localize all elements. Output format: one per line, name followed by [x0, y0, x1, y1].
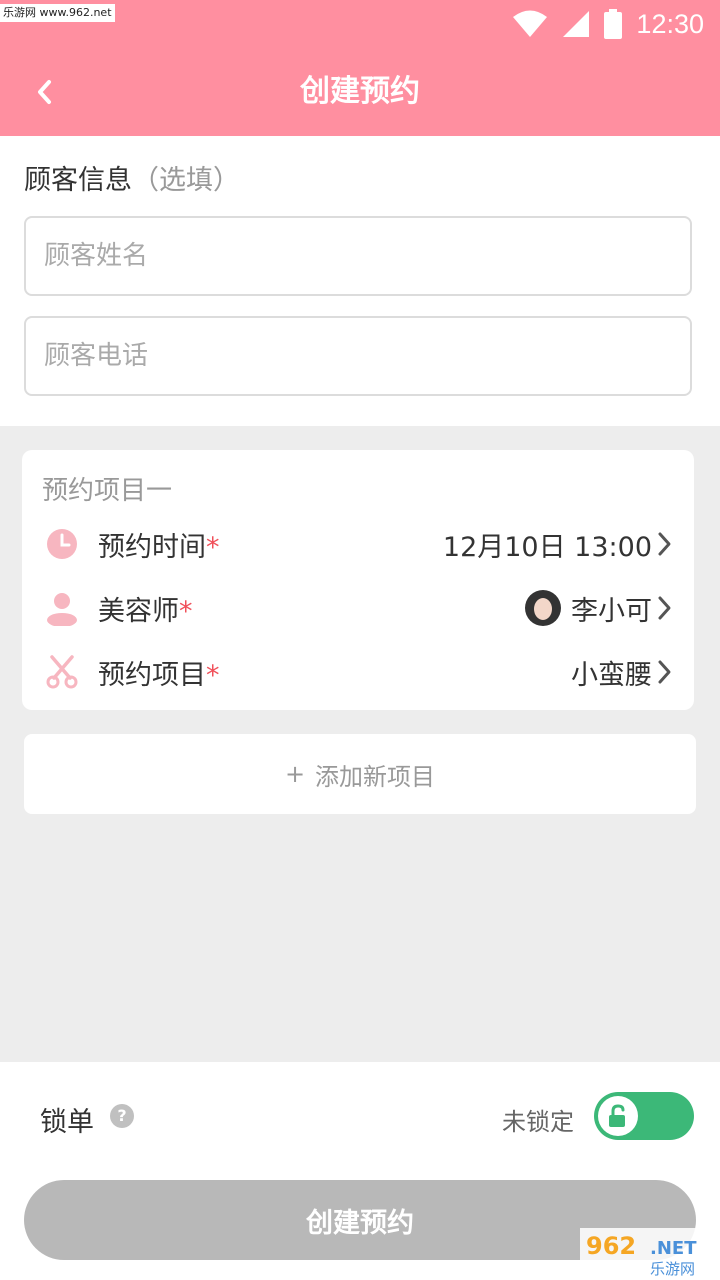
- appointment-item-title: 预约项目一: [42, 476, 173, 506]
- help-icon[interactable]: ?: [110, 1104, 134, 1128]
- appointment-time-label: 预约时间*: [98, 531, 220, 563]
- watermark-text: 乐游网 www.962.net: [0, 4, 115, 22]
- svg-text:乐游网: 乐游网: [650, 1260, 695, 1278]
- appointment-time-row[interactable]: 预约时间* 12月10日 13:00: [22, 512, 694, 576]
- title-bar: 创建预约: [0, 48, 720, 136]
- customer-info-section: 顾客信息（选填）: [0, 136, 720, 426]
- customer-phone-input[interactable]: [24, 316, 692, 396]
- avatar: [525, 590, 561, 626]
- add-item-label: 添加新项目: [315, 762, 436, 791]
- service-item-label: 预约项目*: [98, 659, 220, 691]
- status-icons: 12:30: [512, 6, 704, 42]
- appointment-time-value: 12月10日 13:00: [442, 531, 652, 563]
- chevron-right-icon: [658, 660, 671, 684]
- person-icon: [47, 593, 77, 626]
- toggle-knob: [598, 1096, 638, 1136]
- lock-toggle[interactable]: [594, 1092, 694, 1140]
- service-item-value: 小蛮腰: [571, 659, 652, 691]
- site-logo: 962 .NET 乐游网: [580, 1228, 720, 1280]
- clock-icon: [47, 529, 77, 559]
- plus-icon: +: [284, 760, 306, 788]
- beautician-name: 李小可: [571, 595, 652, 627]
- service-item-row[interactable]: 预约项目* 小蛮腰: [22, 640, 694, 704]
- customer-info-label: 顾客信息: [24, 165, 132, 196]
- svg-text:.NET: .NET: [650, 1238, 697, 1259]
- status-bar: 乐游网 www.962.net 12:30: [0, 0, 720, 48]
- add-item-button[interactable]: + 添加新项目: [24, 734, 696, 814]
- beautician-label: 美容师*: [98, 595, 193, 627]
- lock-status-text: 未锁定: [502, 1108, 574, 1136]
- svg-text:962: 962: [586, 1232, 636, 1260]
- beautician-value: 李小可: [525, 589, 652, 628]
- signal-icon: [563, 11, 590, 37]
- chevron-right-icon: [658, 596, 671, 620]
- wifi-icon: [513, 10, 548, 37]
- beautician-row[interactable]: 美容师* 李小可: [22, 576, 694, 640]
- appointment-item-card: 预约项目一 预约时间* 12月10日 13:00 美容师* 李小可 预约项目* …: [22, 450, 694, 710]
- unlock-icon: [609, 1104, 625, 1127]
- customer-info-title: 顾客信息（选填）: [24, 158, 240, 197]
- chevron-right-icon: [658, 532, 671, 556]
- scissors-icon: [46, 655, 78, 689]
- optional-hint: （选填）: [132, 165, 240, 196]
- clock-time: 12:30: [636, 8, 704, 39]
- battery-icon: [604, 9, 623, 39]
- customer-name-input[interactable]: [24, 216, 692, 296]
- page-title: 创建预约: [300, 74, 420, 109]
- lock-order-label: 锁单: [40, 1107, 94, 1138]
